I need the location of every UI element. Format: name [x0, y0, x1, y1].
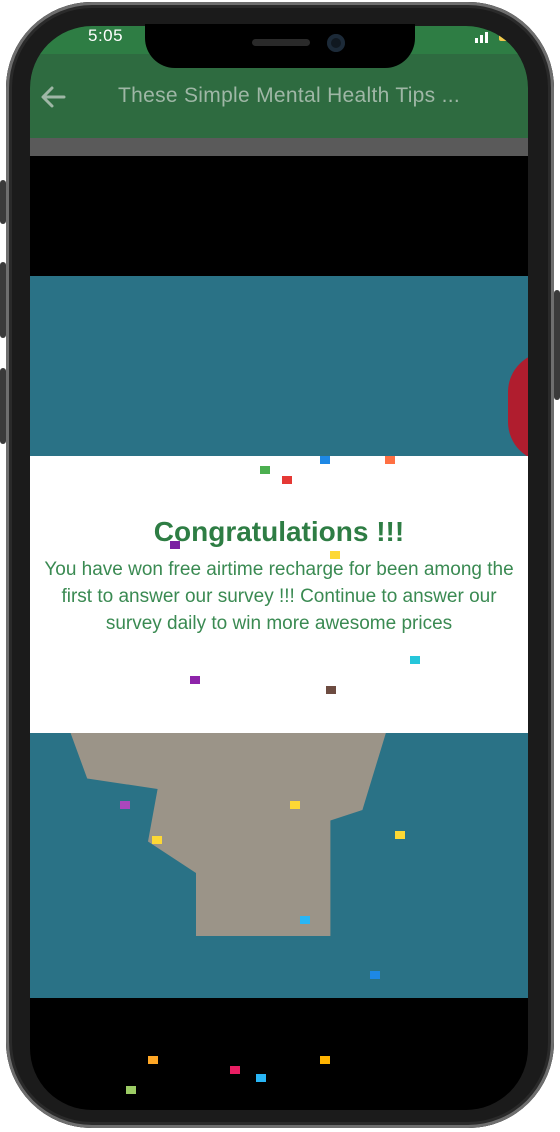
- confetti-piece: [120, 801, 130, 809]
- confetti-piece: [370, 971, 380, 979]
- battery-icon: [499, 31, 513, 41]
- phone-notch: [145, 24, 415, 68]
- side-button: [0, 180, 6, 224]
- confetti-piece: [290, 801, 300, 809]
- back-arrow-icon[interactable]: [38, 82, 68, 118]
- page-title: These Simple Mental Health Tips ...: [118, 84, 460, 107]
- speaker-grille: [252, 39, 310, 46]
- confetti-piece: [260, 466, 270, 474]
- volume-up-button: [0, 262, 6, 338]
- signal-icon: [475, 32, 488, 43]
- power-button: [554, 290, 560, 400]
- confetti-piece: [320, 1056, 330, 1064]
- confetti-piece: [320, 456, 330, 464]
- confetti-piece: [385, 456, 395, 464]
- volume-down-button: [0, 368, 6, 444]
- dialog-title: Congratulations !!!: [153, 516, 405, 547]
- confetti-piece: [256, 1074, 266, 1082]
- front-camera: [327, 34, 345, 52]
- confetti-piece: [230, 1066, 240, 1074]
- confetti-piece: [395, 831, 405, 839]
- confetti-piece: [126, 1086, 136, 1094]
- confetti-piece: [410, 656, 420, 664]
- confetti-piece: [152, 836, 162, 844]
- confetti-piece: [148, 1056, 158, 1064]
- confetti-piece: [326, 686, 336, 694]
- status-icons: [474, 29, 514, 43]
- screen: 5:05 These Simple Mental Health Tips ...…: [30, 26, 528, 1110]
- confetti-piece: [330, 551, 340, 559]
- status-time: 5:05: [88, 26, 124, 45]
- confetti-piece: [190, 676, 200, 684]
- dialog-message: You have won free airtime recharge for b…: [44, 559, 514, 634]
- confetti-piece: [170, 541, 180, 549]
- confetti-piece: [282, 476, 292, 484]
- congratulations-dialog: Congratulations !!! You have won free ai…: [30, 456, 528, 733]
- confetti-piece: [300, 916, 310, 924]
- progress-strip: [30, 138, 528, 156]
